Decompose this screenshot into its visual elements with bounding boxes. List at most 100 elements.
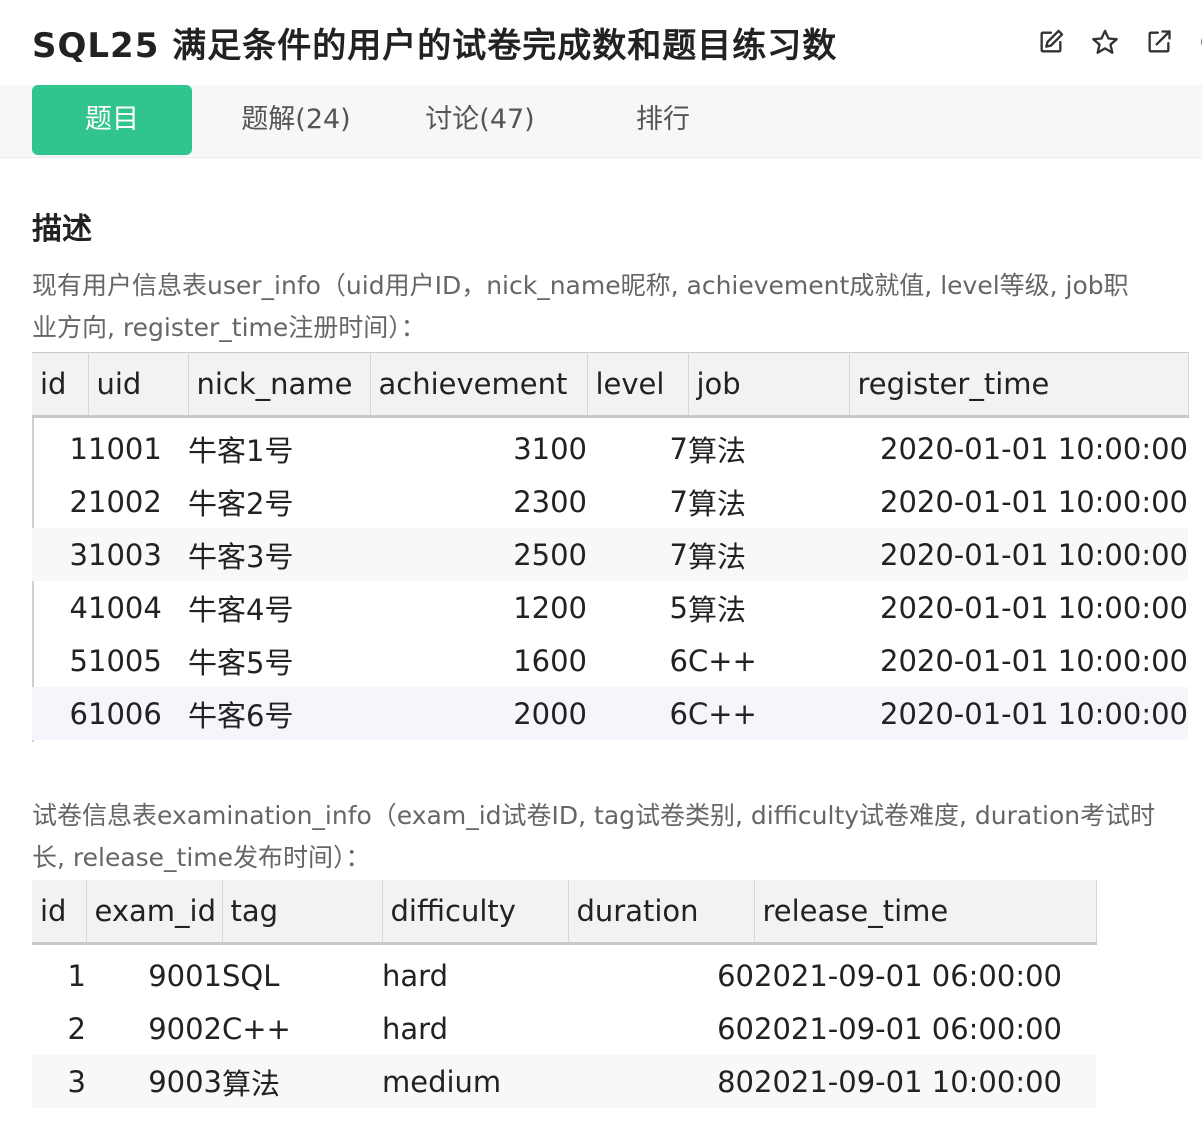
table-row: 3 1003 牛客3号 2500 7 算法 2020-01-01 10:00:0… xyxy=(32,528,1188,581)
description-line: 试卷信息表examination_info（exam_id试卷ID, tag试卷… xyxy=(32,801,1156,830)
table-cell: 2021-09-01 06:00:00 xyxy=(754,958,1062,993)
star-icon[interactable] xyxy=(1090,27,1120,57)
table-header-row: id uid nick_name achievement level job r… xyxy=(32,352,1189,417)
description-line: 长, release_time发布时间）： xyxy=(32,843,371,872)
table-cell: 牛客6号 xyxy=(188,687,370,740)
table-cell: 9001 xyxy=(148,958,222,993)
table-cell: C++ xyxy=(688,687,849,740)
table-cell: hard xyxy=(382,1011,448,1046)
table-cell: 2020-01-01 10:00:00 xyxy=(880,590,1188,625)
table-cell: SQL xyxy=(222,958,280,993)
column-header: nick_name xyxy=(188,352,371,417)
table-cell: 1200 xyxy=(513,590,587,625)
table-cell: 1004 xyxy=(88,590,162,625)
table-cell: 算法 xyxy=(688,528,849,581)
table-cell: 1003 xyxy=(88,528,188,581)
table-row: 1 9001 SQL hard 60 2021-09-01 06:00:00 xyxy=(32,949,1096,1002)
table-cell: 7 xyxy=(669,484,688,519)
title-toolbar xyxy=(1036,27,1202,57)
table-cell: 2300 xyxy=(513,484,587,519)
column-header: level xyxy=(587,352,689,417)
table-cell: 牛客5号 xyxy=(188,645,294,680)
table-row: 1 1001 牛客1号 3100 7 算法 2020-01-01 10:00:0… xyxy=(32,422,1188,475)
column-header: job xyxy=(688,352,850,417)
page-title: SQL25 满足条件的用户的试卷完成数和题目练习数 xyxy=(32,26,838,66)
table-cell: medium xyxy=(382,1055,568,1108)
table-cell: 3 xyxy=(32,1055,86,1108)
table-row: 5 1005 牛客5号 1600 6 C++ 2020-01-01 10:00:… xyxy=(32,634,1188,687)
description-line: 业方向, register_time注册时间）： xyxy=(32,313,426,342)
exam-info-description: 试卷信息表examination_info（exam_id试卷ID, tag试卷… xyxy=(32,795,1202,879)
table-cell: 牛客4号 xyxy=(188,592,294,627)
tab-solutions[interactable]: 题解(24) xyxy=(226,85,366,155)
column-header: id xyxy=(32,352,89,417)
table-cell: 7 xyxy=(669,431,688,466)
table-cell: 2 xyxy=(69,484,88,519)
table-cell: 1 xyxy=(69,431,88,466)
table-cell: 牛客1号 xyxy=(188,433,294,468)
share-icon[interactable] xyxy=(1144,27,1174,57)
table-cell: 60 xyxy=(717,958,754,993)
table-cell: 4 xyxy=(69,590,88,625)
column-header: duration xyxy=(568,880,755,944)
column-header: tag xyxy=(222,880,383,944)
table-cell: 5 xyxy=(69,643,88,678)
table-cell: 2020-01-01 10:00:00 xyxy=(880,484,1188,519)
edit-icon[interactable] xyxy=(1036,27,1066,57)
description-heading: 描述 xyxy=(32,212,92,247)
table-cell: C++ xyxy=(222,1011,291,1046)
table-row: 4 1004 牛客4号 1200 5 算法 2020-01-01 10:00:0… xyxy=(32,581,1188,634)
table-cell: 5 xyxy=(669,590,688,625)
table-cell: 算法 xyxy=(688,592,747,627)
column-header: exam_id xyxy=(86,880,223,944)
table-cell: C++ xyxy=(688,643,757,678)
table-cell: 2021-09-01 06:00:00 xyxy=(754,1011,1062,1046)
table-cell: 2 xyxy=(67,1011,86,1046)
table-row: 3 9003 算法 medium 80 2021-09-01 10:00:00 xyxy=(32,1055,1096,1108)
table-cell: 3 xyxy=(32,528,88,581)
column-header: difficulty xyxy=(382,880,569,944)
table-cell: 60 xyxy=(717,1011,754,1046)
column-header: release_time xyxy=(754,880,1097,944)
column-header: id xyxy=(32,880,87,944)
table-row: 2 9002 C++ hard 60 2021-09-01 06:00:00 xyxy=(32,1002,1096,1055)
table-cell: 9002 xyxy=(148,1011,222,1046)
tab-problem[interactable]: 题目 xyxy=(32,85,192,155)
tab-ranking[interactable]: 排行 xyxy=(618,85,708,155)
table-cell: 1005 xyxy=(88,643,162,678)
table-cell: 1 xyxy=(67,958,86,993)
column-header: achievement xyxy=(370,352,588,417)
table-cell: 1002 xyxy=(88,484,162,519)
exam-info-table: id exam_id tag difficulty duration relea… xyxy=(32,880,1097,1108)
table-cell: 6 xyxy=(669,643,688,678)
table-cell: 2020-01-01 10:00:00 xyxy=(880,431,1188,466)
table-row: 2 1002 牛客2号 2300 7 算法 2020-01-01 10:00:0… xyxy=(32,475,1188,528)
table-cell: 7 xyxy=(587,528,688,581)
column-header: register_time xyxy=(849,352,1189,417)
table-cell: 1600 xyxy=(513,643,587,678)
description-line: 现有用户信息表user_info（uid用户ID，nick_name昵称, ac… xyxy=(32,271,1129,300)
table-cell: 3100 xyxy=(513,431,587,466)
table-cell: 2020-01-01 10:00:00 xyxy=(880,643,1188,678)
column-header: uid xyxy=(88,352,189,417)
user-info-table: id uid nick_name achievement level job r… xyxy=(32,352,1189,740)
table-cell: 2500 xyxy=(370,528,587,581)
table-cell: 2020-01-01 10:00:00 xyxy=(849,528,1188,581)
table-row: 6 1006 牛客6号 2000 6 C++ 2020-01-01 10:00:… xyxy=(32,687,1188,740)
user-info-description: 现有用户信息表user_info（uid用户ID，nick_name昵称, ac… xyxy=(32,265,1202,349)
table-cell: 算法 xyxy=(222,1055,382,1108)
table-cell: 2020-01-01 10:00:00 xyxy=(849,687,1188,740)
table-cell: 牛客2号 xyxy=(188,486,294,521)
table-cell: 6 xyxy=(587,687,688,740)
table-cell: 算法 xyxy=(688,433,747,468)
table-cell: 2021-09-01 10:00:00 xyxy=(754,1055,1096,1108)
table-cell: 牛客3号 xyxy=(188,528,370,581)
more-icon[interactable] xyxy=(1198,27,1202,57)
tab-discussion[interactable]: 讨论(47) xyxy=(410,85,550,155)
tab-bar: 题目 题解(24) 讨论(47) 排行 xyxy=(0,85,1202,158)
table-cell: 6 xyxy=(32,687,88,740)
table-cell: 80 xyxy=(568,1055,754,1108)
table-cell: 1006 xyxy=(88,687,188,740)
table-cell: 算法 xyxy=(688,486,747,521)
table-cell: 9003 xyxy=(86,1055,222,1108)
